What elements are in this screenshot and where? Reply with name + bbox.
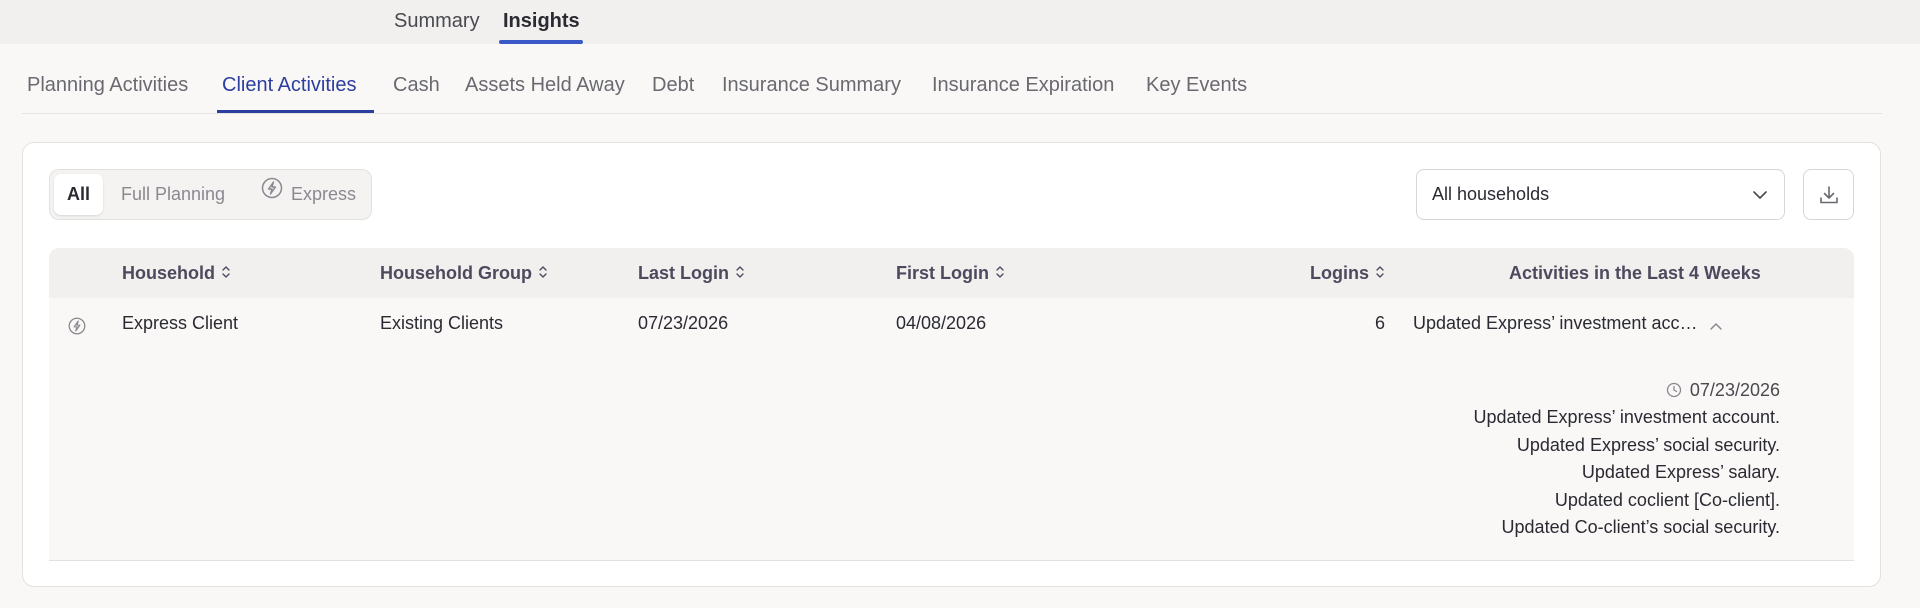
column-household[interactable]: Household xyxy=(122,248,231,298)
subtab-assets-held-away[interactable]: Assets Held Away xyxy=(465,74,625,97)
column-last-login[interactable]: Last Login xyxy=(638,248,745,298)
client-activities-card: All Full Planning Express All households… xyxy=(22,142,1881,587)
sort-icon xyxy=(735,248,745,298)
activity-item: Updated Express’ investment account. xyxy=(1473,407,1781,427)
lightning-bolt-icon xyxy=(68,317,86,340)
column-household-group[interactable]: Household Group xyxy=(380,248,548,298)
subtab-planning-activities[interactable]: Planning Activities xyxy=(27,74,188,97)
filter-express-label: Express xyxy=(291,184,357,204)
household-select-value: All households xyxy=(1432,184,1550,204)
column-logins-label: Logins xyxy=(1310,263,1369,283)
chevron-down-icon xyxy=(1752,187,1768,208)
subtab-cash[interactable]: Cash xyxy=(393,74,440,97)
cell-household-group: Existing Clients xyxy=(380,313,504,333)
download-button[interactable] xyxy=(1803,169,1854,220)
cell-household[interactable]: Express Client xyxy=(122,313,238,334)
subtab-debt[interactable]: Debt xyxy=(652,74,694,97)
subtab-insurance-summary[interactable]: Insurance Summary xyxy=(722,74,901,97)
tab-summary[interactable]: Summary xyxy=(394,10,480,33)
cell-activity-summary: Updated Express’ investment account. xyxy=(1413,313,1698,333)
column-household-label: Household xyxy=(122,263,215,283)
sort-icon xyxy=(1375,248,1385,298)
insights-subnav: Planning Activities Client Activities Ca… xyxy=(22,72,1882,114)
subtab-insurance-expiration[interactable]: Insurance Expiration xyxy=(932,74,1114,97)
clock-icon xyxy=(1666,380,1690,400)
activity-date-value: 07/23/2026 xyxy=(1689,380,1780,400)
table-row[interactable]: Express Client Existing Clients 07/23/20… xyxy=(49,298,1854,561)
lightning-bolt-icon xyxy=(261,173,283,214)
top-nav: Summary Insights xyxy=(0,0,1920,44)
filter-all[interactable]: All xyxy=(54,174,103,215)
activity-item: Updated Express’ salary. xyxy=(1581,462,1780,483)
column-first-login-label: First Login xyxy=(896,263,989,283)
sort-icon xyxy=(538,248,548,298)
sort-icon xyxy=(221,248,231,298)
activity-item: Updated Express’ social security. xyxy=(1516,434,1780,455)
active-tab-indicator xyxy=(499,40,583,44)
cell-last-login: 07/23/2026 xyxy=(638,313,729,333)
activity-item: Updated Co-client’s social security. xyxy=(1501,517,1780,538)
subtab-key-events[interactable]: Key Events xyxy=(1146,74,1247,97)
cell-logins: 6 xyxy=(1374,313,1385,333)
activity-date: 07/23/2026 xyxy=(1474,376,1780,404)
column-logins[interactable]: Logins xyxy=(1310,248,1385,298)
active-subtab-indicator xyxy=(217,110,374,113)
activity-detail: 07/23/2026 Updated Express’ investment a… xyxy=(1474,376,1781,542)
tab-insights[interactable]: Insights xyxy=(503,10,580,33)
filter-express[interactable]: Express xyxy=(261,174,356,215)
filter-full-planning[interactable]: Full Planning xyxy=(121,174,225,215)
cell-first-login: 04/08/2026 xyxy=(896,313,987,333)
column-household-group-label: Household Group xyxy=(380,263,532,283)
household-select[interactable]: All households xyxy=(1416,169,1785,220)
chevron-up-icon[interactable] xyxy=(1709,319,1723,337)
activity-item: Updated coclient [Co-client]. xyxy=(1554,489,1780,510)
column-activities: Activities in the Last 4 Weeks xyxy=(1509,263,1761,283)
subtab-client-activities[interactable]: Client Activities xyxy=(222,74,357,97)
column-last-login-label: Last Login xyxy=(638,263,729,283)
column-first-login[interactable]: First Login xyxy=(896,248,1005,298)
plan-type-filter: All Full Planning Express xyxy=(49,169,372,220)
table-header: Household Household Group Last Login Fir… xyxy=(49,248,1854,298)
sort-icon xyxy=(995,248,1005,298)
